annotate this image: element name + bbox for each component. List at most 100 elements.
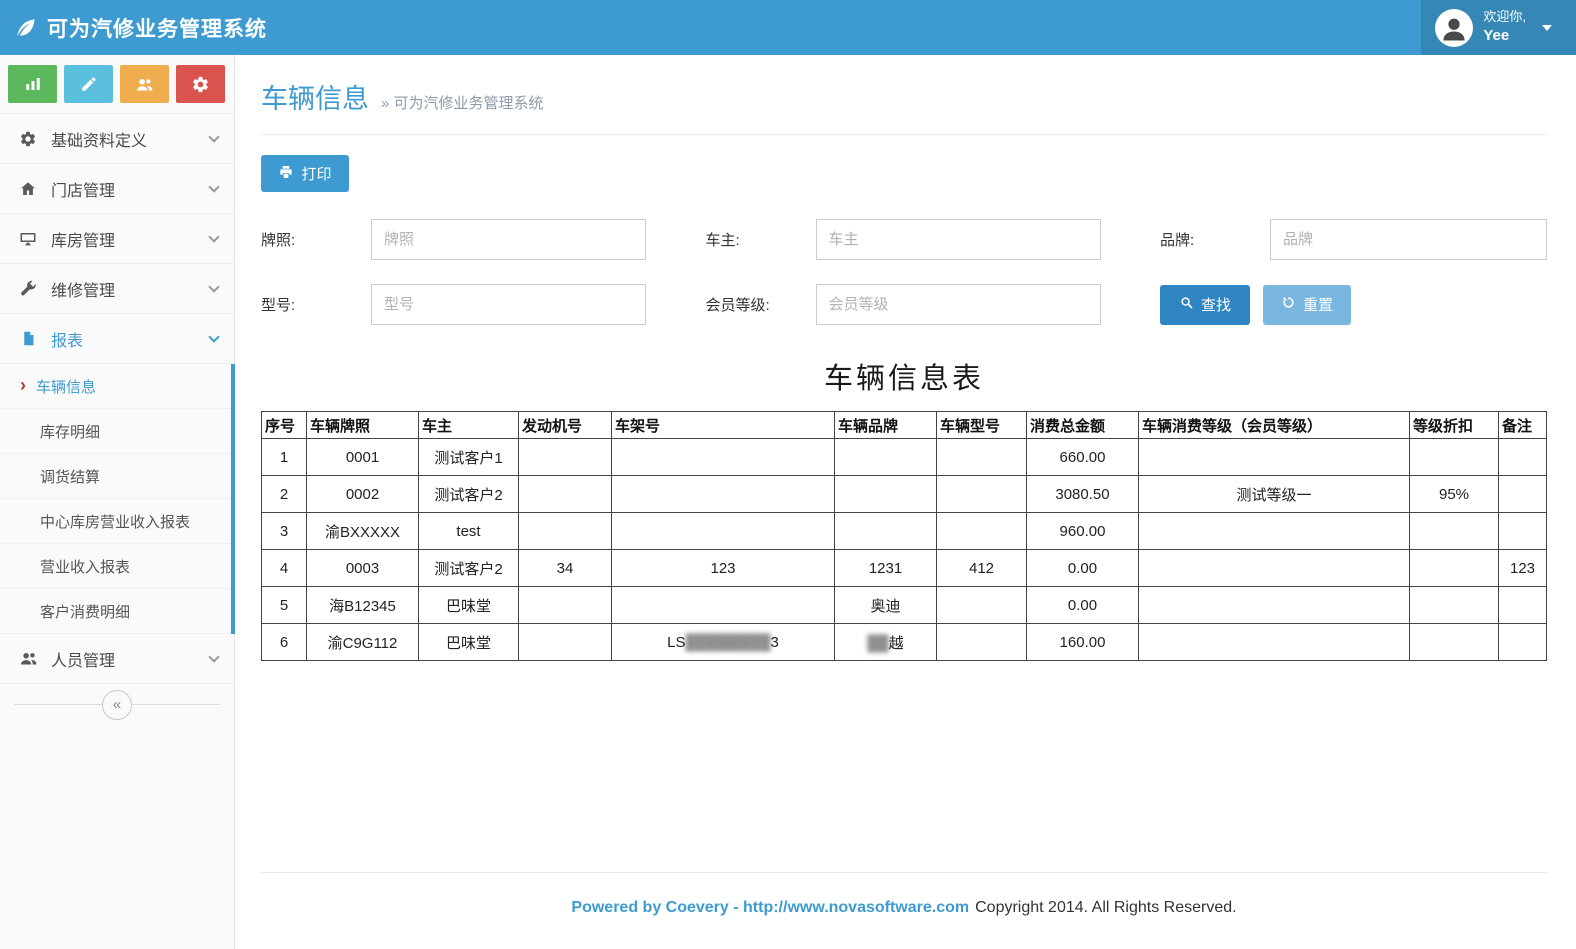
table-cell: 1 [262, 439, 307, 476]
table-cell [1139, 550, 1410, 587]
user-menu[interactable]: 欢迎你, Yee [1421, 0, 1576, 55]
table-cell: test [419, 513, 519, 550]
table-cell: 6 [262, 624, 307, 661]
sidebar-item-repair[interactable]: 维修管理 [0, 264, 234, 314]
sidebar-item-reports[interactable]: 报表 [0, 314, 234, 364]
printer-icon [278, 164, 294, 184]
people-icon [18, 649, 38, 668]
pencil-icon[interactable] [64, 65, 113, 103]
sidebar-subitem-customer-consumption[interactable]: 客户消费明细 [0, 589, 231, 634]
column-header: 车辆消费等级（会员等级） [1139, 412, 1410, 439]
search-icon [1179, 295, 1194, 314]
table-cell [1410, 513, 1499, 550]
table-cell [1139, 439, 1410, 476]
table-row: 20002测试客户23080.50测试等级一95% [262, 476, 1547, 513]
footer: Powered by Coevery - http://www.novasoft… [261, 872, 1547, 949]
brand-input[interactable] [1270, 219, 1547, 260]
chevron-down-icon [208, 231, 219, 242]
table-row: 40003测试客户23412312314120.00123 [262, 550, 1547, 587]
sidebar-subitem-central-warehouse-revenue[interactable]: 中心库房营业收入报表 [0, 499, 231, 544]
topbar: 可为汽修业务管理系统 欢迎你, Yee [0, 0, 1576, 55]
owner-input[interactable] [816, 219, 1101, 260]
sidebar-subitem-vehicle-info[interactable]: › 车辆信息 [0, 364, 231, 409]
table-cell: 3 [262, 513, 307, 550]
footer-copyright: Copyright 2014. All Rights Reserved. [975, 899, 1236, 916]
plate-input[interactable] [371, 219, 646, 260]
main-content: 车辆信息 » 可为汽修业务管理系统 打印 牌照: 车主: 品牌: [235, 55, 1576, 949]
filter-group-owner: 车主: [706, 219, 1101, 260]
table-cell [1139, 587, 1410, 624]
footer-link[interactable]: Powered by Coevery - http://www.novasoft… [571, 899, 969, 916]
table-cell: 巴味堂 [419, 624, 519, 661]
search-button[interactable]: 查找 [1160, 285, 1250, 325]
table-cell: 巴味堂 [419, 587, 519, 624]
sidebar-item-basic-data[interactable]: 基础资料定义 [0, 114, 234, 164]
table-cell: 3080.50 [1027, 476, 1139, 513]
report-title: 车辆信息表 [261, 355, 1547, 397]
table-cell: 测试客户2 [419, 476, 519, 513]
welcome-text: 欢迎你, Yee [1483, 9, 1526, 45]
table-cell [1499, 476, 1547, 513]
sidebar-subitem-transfer-settlement[interactable]: 调货结算 [0, 454, 231, 499]
table-cell: 渝BXXXXX [307, 513, 419, 550]
reset-button[interactable]: 重置 [1263, 285, 1351, 325]
table-row: 3渝BXXXXXtest960.00 [262, 513, 1547, 550]
column-header: 车辆品牌 [835, 412, 937, 439]
table-cell [937, 513, 1027, 550]
table-cell: 奥迪 [835, 587, 937, 624]
table-cell [937, 476, 1027, 513]
sidebar-collapse-row: « [14, 704, 220, 736]
chevron-down-icon [208, 331, 219, 342]
filter-form: 牌照: 车主: 品牌: 型号: 会员等级: [261, 219, 1547, 325]
table-cell [835, 439, 937, 476]
table-cell: 测试客户2 [419, 550, 519, 587]
sidebar-item-warehouse[interactable]: 库房管理 [0, 214, 234, 264]
table-cell [1139, 624, 1410, 661]
filter-group-brand: 品牌: [1160, 219, 1547, 260]
filter-group-plate: 牌照: [261, 219, 646, 260]
table-cell: 海B12345 [307, 587, 419, 624]
table-cell: 0.00 [1027, 550, 1139, 587]
table-cell [835, 513, 937, 550]
table-cell: 0002 [307, 476, 419, 513]
table-cell [835, 476, 937, 513]
sidebar-collapse-button[interactable]: « [102, 690, 132, 720]
table-cell [1499, 587, 1547, 624]
reset-button-label: 重置 [1303, 294, 1333, 315]
users-icon[interactable] [120, 65, 169, 103]
report-icon [18, 330, 38, 347]
table-cell: 0.00 [1027, 587, 1139, 624]
model-input[interactable] [371, 284, 646, 325]
column-header: 发动机号 [519, 412, 612, 439]
table-cell: ██越 [835, 624, 937, 661]
print-button[interactable]: 打印 [261, 155, 349, 192]
table-cell: 660.00 [1027, 439, 1139, 476]
table-row: 6渝C9G112巴味堂LS████████3██越160.00 [262, 624, 1547, 661]
table-cell [1410, 624, 1499, 661]
subitem-label: 中心库房营业收入报表 [40, 511, 190, 532]
column-header: 序号 [262, 412, 307, 439]
column-header: 车辆型号 [937, 412, 1027, 439]
sidebar-item-label: 报表 [51, 327, 83, 351]
table-cell: 测试客户1 [419, 439, 519, 476]
chevron-down-icon [208, 281, 219, 292]
gears-icon[interactable] [176, 65, 225, 103]
table-cell: 2 [262, 476, 307, 513]
sidebar-subitem-inventory-detail[interactable]: 库存明细 [0, 409, 231, 454]
home-icon [18, 180, 38, 198]
table-cell [1499, 624, 1547, 661]
subitem-label: 客户消费明细 [40, 601, 130, 622]
bar-chart-icon[interactable] [8, 65, 57, 103]
member-level-input[interactable] [816, 284, 1101, 325]
sidebar-item-personnel[interactable]: 人员管理 [0, 634, 234, 684]
filter-actions: 查找 重置 [1160, 284, 1547, 325]
table-cell [1410, 550, 1499, 587]
table-cell: 0001 [307, 439, 419, 476]
table-cell [1499, 439, 1547, 476]
sidebar-item-stores[interactable]: 门店管理 [0, 164, 234, 214]
table-cell: 测试等级一 [1139, 476, 1410, 513]
brand-label: 品牌: [1160, 229, 1270, 250]
table-cell [519, 587, 612, 624]
avatar [1435, 9, 1473, 47]
sidebar-subitem-revenue-report[interactable]: 营业收入报表 [0, 544, 231, 589]
